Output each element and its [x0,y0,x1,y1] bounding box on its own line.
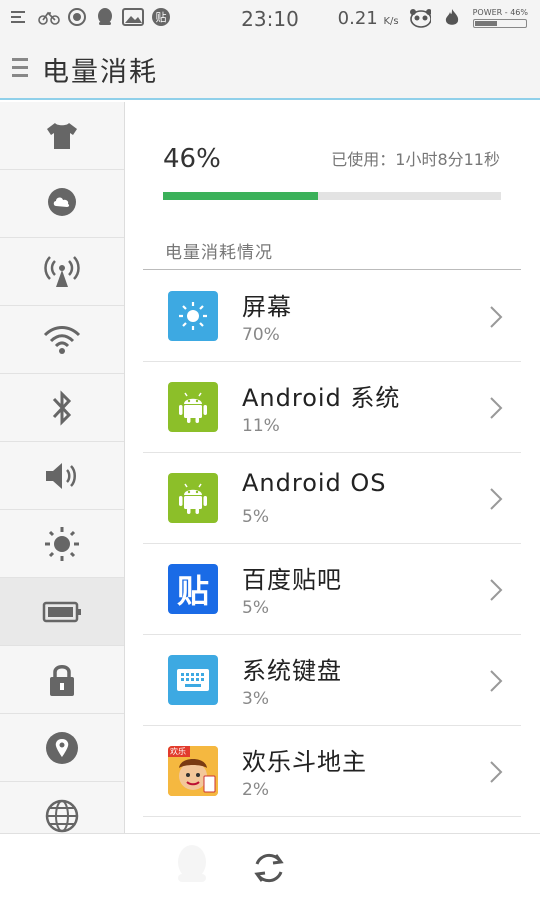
cloud-icon [48,187,76,216]
settings-sidebar [0,102,125,833]
chevron-right-icon [490,579,503,601]
sidebar-item-battery[interactable] [0,578,124,646]
tshirt-icon [47,122,77,149]
sidebar-item-sound[interactable] [0,442,124,510]
tieba-app-icon: 贴 [168,564,218,614]
app-name: 屏幕 [242,293,292,321]
section-divider [143,269,521,270]
app-name: Android 系统 [242,384,401,412]
volume-icon [46,462,76,489]
sidebar-item-location[interactable] [0,714,124,782]
list-item-android-system[interactable]: Android 系统 11% [143,362,521,453]
android-icon [168,382,218,432]
status-bar: 贴 23:10 0.21 K/s POWER - 46% [0,0,540,36]
sidebar-item-cloud[interactable] [0,170,124,238]
sidebar-item-display[interactable] [0,510,124,578]
bottom-toolbar [0,833,540,901]
keyboard-icon [168,655,218,705]
app-name: Android OS [242,469,387,497]
sidebar-item-security[interactable] [0,646,124,714]
app-name: 百度贴吧 [242,566,342,594]
power-indicator: POWER - 46% [472,8,528,28]
sidebar-item-theme[interactable] [0,102,124,170]
panda-icon [409,7,431,29]
chevron-right-icon [490,670,503,692]
usage-time: 已使用：1小时8分11秒 [331,150,500,169]
location-icon [46,731,78,764]
antenna-icon [44,255,80,287]
game-badge-text: 欢乐 [170,747,186,756]
network-speed: 0.21 K/s [337,7,399,29]
chevron-right-icon [490,306,503,328]
app-name: 欢乐斗地主 [242,748,367,776]
battery-usage-panel: 46% 已使用：1小时8分11秒 电量消耗情况 屏幕 70% Android 系… [125,102,540,833]
chevron-right-icon [490,761,503,783]
status-icons-right: 0.21 K/s POWER - 46% [338,7,528,29]
android-icon [168,473,218,523]
app-percent: 5% [242,507,269,527]
wifi-icon [43,325,81,354]
battery-progress-fill [163,192,319,200]
doudizhu-game-icon: 欢乐 [168,746,218,796]
app-percent: 70% [242,325,280,345]
globe-icon [45,799,79,832]
app-percent: 3% [242,689,269,709]
chevron-right-icon [490,397,503,419]
sidebar-item-hotspot[interactable] [0,238,124,306]
chevron-right-icon [490,488,503,510]
battery-progress-bar [163,192,501,200]
lock-icon [50,664,74,696]
app-usage-list: 屏幕 70% Android 系统 11% Android OS 5% 贴 百度… [143,271,521,817]
app-percent: 11% [242,416,280,436]
sidebar-item-bluetooth[interactable] [0,374,124,442]
flame-icon [441,7,463,29]
menu-icon[interactable] [12,58,28,80]
power-label: POWER - 46% [472,8,528,17]
list-item-baidu-tieba[interactable]: 贴 百度贴吧 5% [143,544,521,635]
tieba-app-glyph: 贴 [176,572,209,610]
app-name: 系统键盘 [242,657,342,685]
screen-brightness-icon [168,291,218,341]
sidebar-item-wifi[interactable] [0,306,124,374]
page-title: 电量消耗 [42,57,158,88]
list-item-screen[interactable]: 屏幕 70% [143,271,521,362]
app-percent: 2% [242,780,269,800]
refresh-icon[interactable] [250,849,288,887]
qq-watermark-icon [178,845,206,882]
title-bar: 电量消耗 [0,36,540,100]
power-bar-fill [474,21,497,26]
power-bar [472,19,527,28]
bluetooth-icon [52,389,72,426]
list-item-android-os[interactable]: Android OS 5% [143,453,521,544]
list-item-system-keyboard[interactable]: 系统键盘 3% [143,635,521,726]
section-title: 电量消耗情况 [165,243,273,263]
sidebar-item-network[interactable] [0,782,124,833]
app-percent: 5% [242,598,269,618]
battery-percent: 46% [163,144,221,174]
brightness-icon [45,526,79,561]
list-item-huanle-doudizhu[interactable]: 欢乐 欢乐斗地主 2% [143,726,521,817]
battery-icon [42,601,81,622]
